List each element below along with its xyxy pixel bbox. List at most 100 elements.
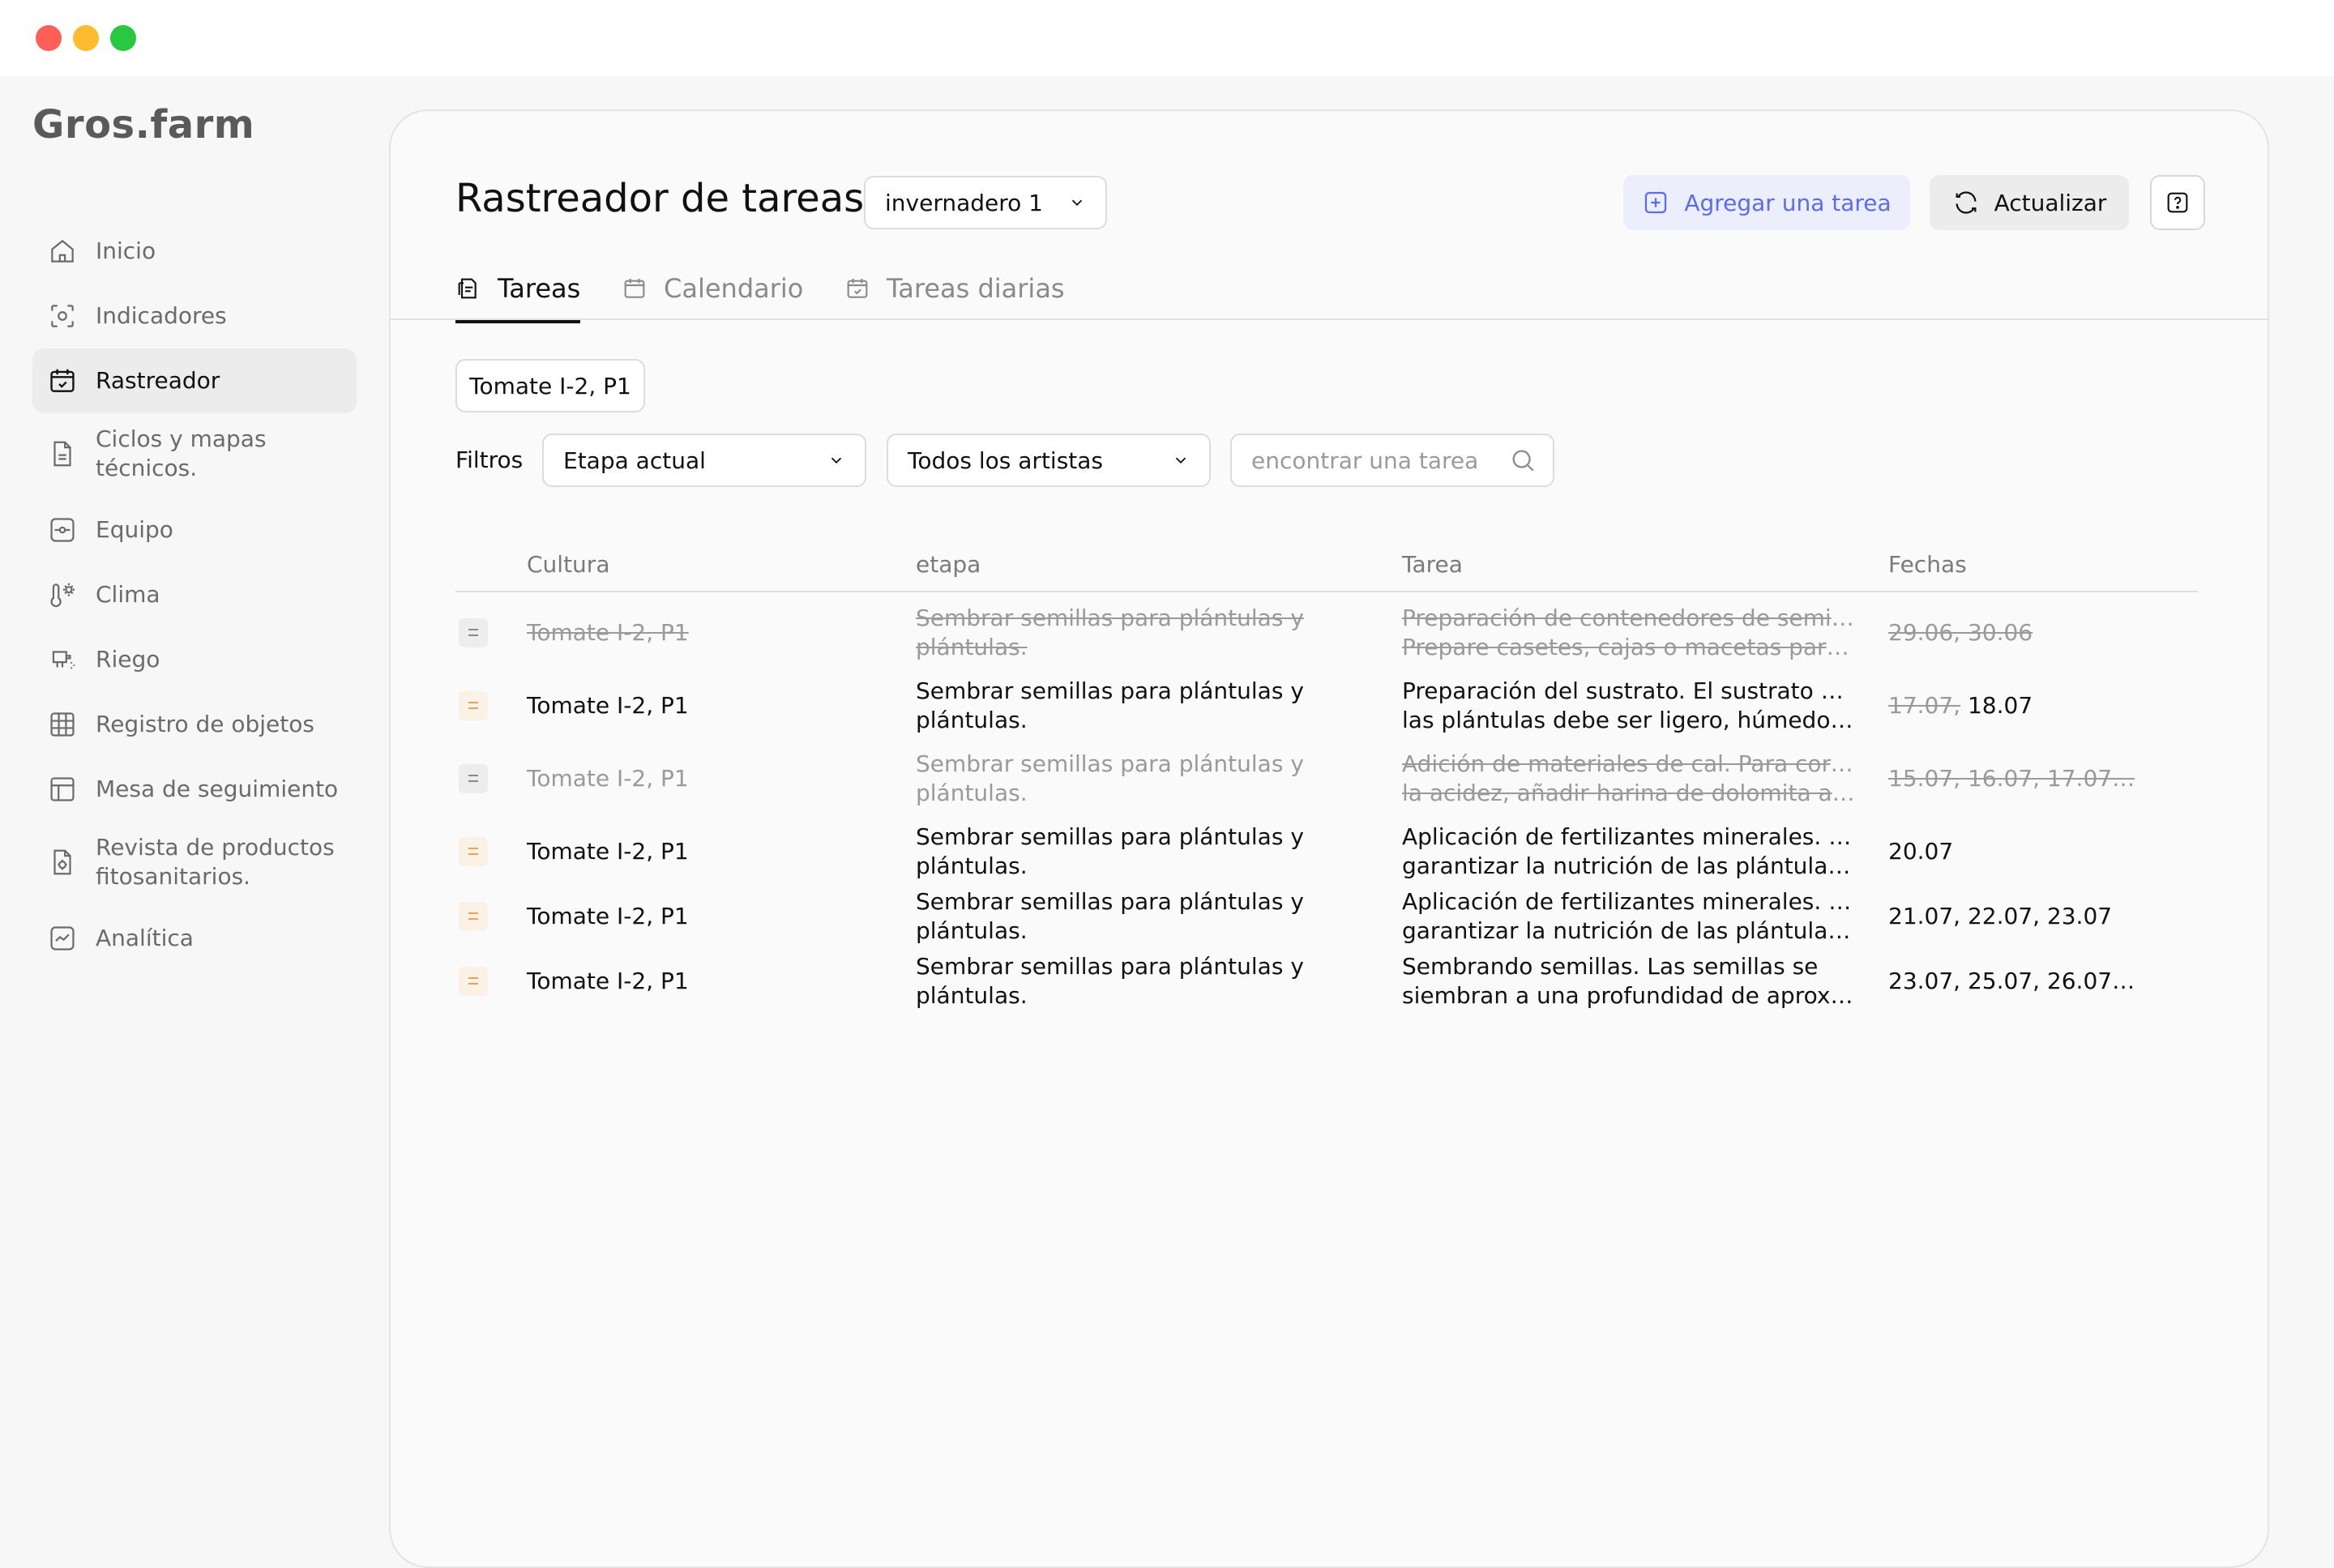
row-task-line: siembran a una profundidad de aproxim…	[1402, 982, 1856, 1009]
row-task[interactable]: Adición de materiales de cal. Para corre…	[1402, 750, 1856, 808]
tab-label: Tareas	[498, 273, 581, 304]
row-stage: Sembrar semillas para plántulas y plántu…	[916, 822, 1337, 881]
row-task-line: la acidez, añadir harina de dolomita a r…	[1402, 780, 1856, 806]
sidebar-item-label: Ciclos y mapas técnicos.	[96, 425, 267, 481]
tracker-icon	[47, 365, 78, 396]
sidebar-item-label: Equipo	[96, 516, 173, 543]
sidebar-item-label: Inicio	[96, 237, 156, 264]
row-task-line: Adición de materiales de cal. Para corre…	[1402, 750, 1856, 777]
row-dates: 17.07, 18.07	[1888, 691, 2131, 720]
row-dates: 20.07	[1888, 837, 2131, 866]
sidebar-item-clima[interactable]: Clima	[32, 562, 357, 627]
table-row[interactable]: Tomate I-2, P1 Sembrar semillas para plá…	[455, 748, 2198, 821]
row-stage-line: Sembrar semillas para plántulas y	[916, 888, 1304, 915]
column-header-cultura[interactable]: Cultura	[527, 540, 609, 589]
close-window-button[interactable]	[36, 25, 62, 51]
sidebar-item-equipo[interactable]: Equipo	[32, 498, 357, 562]
row-dates: 15.07, 16.07, 17.07…	[1888, 764, 2135, 793]
chevron-down-icon	[1175, 457, 1186, 464]
maximize-window-button[interactable]	[110, 25, 136, 51]
refresh-label: Actualizar	[1994, 189, 2107, 216]
greenhouse-select[interactable]: invernadero 1	[864, 176, 1107, 229]
row-stage-line: Sembrar semillas para plántulas y	[916, 953, 1304, 980]
column-header-etapa[interactable]: etapa	[916, 540, 981, 589]
row-dates-pending: 20.07	[1888, 838, 1954, 865]
page-title: Rastreador de tareas	[455, 176, 865, 221]
table-row[interactable]: Tomate I-2, P1 Sembrar semillas para plá…	[455, 602, 2198, 675]
row-stage-line: Sembrar semillas para plántulas y	[916, 677, 1304, 704]
add-task-label: Agregar una tarea	[1684, 189, 1892, 216]
irrigation-icon	[47, 644, 78, 675]
row-stage-line: Sembrar semillas para plántulas y	[916, 823, 1304, 850]
table-row[interactable]: Tomate I-2, P1 Sembrar semillas para plá…	[455, 821, 2198, 894]
help-button[interactable]	[2150, 175, 2205, 230]
table-row[interactable]: Tomate I-2, P1 Sembrar semillas para plá…	[455, 886, 2198, 951]
drag-handle-icon[interactable]	[459, 764, 488, 793]
document-icon	[47, 438, 78, 469]
filters-label: Filtros	[455, 446, 524, 473]
row-dates-pending: 18.07	[1967, 692, 2033, 719]
drag-handle-icon[interactable]	[459, 837, 488, 866]
sidebar-item-label: Analítica	[96, 925, 194, 951]
sidebar-item-label: Clima	[96, 581, 160, 608]
row-stage-line: plántulas.	[916, 852, 1028, 879]
sidebar-item-label: Revista de productos fitosanitarios.	[96, 834, 335, 890]
column-header-tarea[interactable]: Tarea	[1402, 540, 1463, 589]
row-task[interactable]: Preparación de contenedores de semillas.…	[1402, 604, 1856, 662]
indicators-icon	[47, 301, 78, 331]
drag-handle-icon[interactable]	[459, 902, 488, 931]
sidebar-item-indicadores[interactable]: Indicadores	[32, 284, 357, 348]
row-stage: Sembrar semillas para plántulas y plántu…	[916, 887, 1337, 946]
row-task[interactable]: Aplicación de fertilizantes minerales. P…	[1402, 887, 1856, 946]
row-stage-line: plántulas.	[916, 780, 1028, 806]
sidebar-item-label: Mesa de seguimiento	[96, 775, 339, 802]
table-row[interactable]: Tomate I-2, P1 Sembrar semillas para plá…	[455, 951, 2198, 1015]
search-icon[interactable]	[1509, 446, 1537, 474]
sidebar-item-label: Rastreador	[96, 367, 220, 394]
row-dates-done: 29.06, 30.06	[1888, 619, 2033, 646]
app-logo[interactable]: Gros.farm	[32, 102, 254, 147]
refresh-button[interactable]: Actualizar	[1930, 175, 2129, 230]
sidebar-item-revista[interactable]: Revista de productos fitosanitarios.	[32, 822, 357, 903]
chevron-down-icon	[831, 457, 842, 464]
sidebar-item-analitica[interactable]: Analítica	[32, 906, 357, 971]
table-row[interactable]: Tomate I-2, P1 Sembrar semillas para plá…	[455, 675, 2198, 748]
tab-tareas-diarias[interactable]: Tareas diarias	[844, 257, 1065, 320]
tab-tareas[interactable]: Tareas	[455, 257, 581, 323]
sidebar-item-registro[interactable]: Registro de objetos	[32, 692, 357, 757]
row-task[interactable]: Sembrando semillas. Las semillas se siem…	[1402, 952, 1856, 1010]
row-task-line: Sembrando semillas. Las semillas se	[1402, 953, 1819, 980]
sidebar-item-mesa[interactable]: Mesa de seguimiento	[32, 757, 357, 822]
crop-chip[interactable]: Tomate I-2, P1	[455, 359, 645, 412]
sidebar-item-inicio[interactable]: Inicio	[32, 219, 357, 284]
row-task[interactable]: Preparación del sustrato. El sustrato pa…	[1402, 677, 1856, 735]
help-icon	[2167, 192, 2188, 213]
row-stage-line: plántulas.	[916, 634, 1028, 660]
row-dates-pending: 23.07, 25.07, 26.07…	[1888, 968, 2135, 994]
task-search-input[interactable]	[1250, 446, 1509, 475]
row-stage-line: Sembrar semillas para plántulas y	[916, 605, 1304, 631]
row-task-line: Aplicación de fertilizantes minerales. P…	[1402, 823, 1856, 850]
task-search[interactable]	[1230, 434, 1554, 487]
drag-handle-icon[interactable]	[459, 691, 488, 720]
minimize-window-button[interactable]	[73, 25, 99, 51]
row-task-line: Preparación del sustrato. El sustrato pa…	[1402, 677, 1856, 704]
stage-filter-select[interactable]: Etapa actual	[542, 434, 866, 487]
column-header-fechas[interactable]: Fechas	[1888, 540, 1967, 589]
drag-handle-icon[interactable]	[459, 967, 488, 996]
greenhouse-select-value: invernadero 1	[885, 189, 1043, 216]
sidebar-item-ciclos[interactable]: Ciclos y mapas técnicos.	[32, 413, 357, 494]
sidebar-item-riego[interactable]: Riego	[32, 627, 357, 692]
row-task[interactable]: Aplicación de fertilizantes minerales. P…	[1402, 822, 1856, 881]
sidebar-item-rastreador[interactable]: Rastreador	[32, 348, 357, 413]
row-stage: Sembrar semillas para plántulas y plántu…	[916, 750, 1337, 808]
row-crop: Tomate I-2, P1	[527, 968, 689, 994]
row-task-line: Prepare casetes, cajas o macetas para s…	[1402, 634, 1856, 660]
drag-handle-icon[interactable]	[459, 618, 488, 647]
row-stage: Sembrar semillas para plántulas y plántu…	[916, 677, 1337, 735]
artist-filter-select[interactable]: Todos los artistas	[887, 434, 1211, 487]
tab-calendario[interactable]: Calendario	[622, 257, 803, 320]
row-dates: 23.07, 25.07, 26.07…	[1888, 967, 2135, 996]
add-task-button[interactable]: Agregar una tarea	[1623, 175, 1910, 230]
climate-icon	[47, 579, 78, 610]
